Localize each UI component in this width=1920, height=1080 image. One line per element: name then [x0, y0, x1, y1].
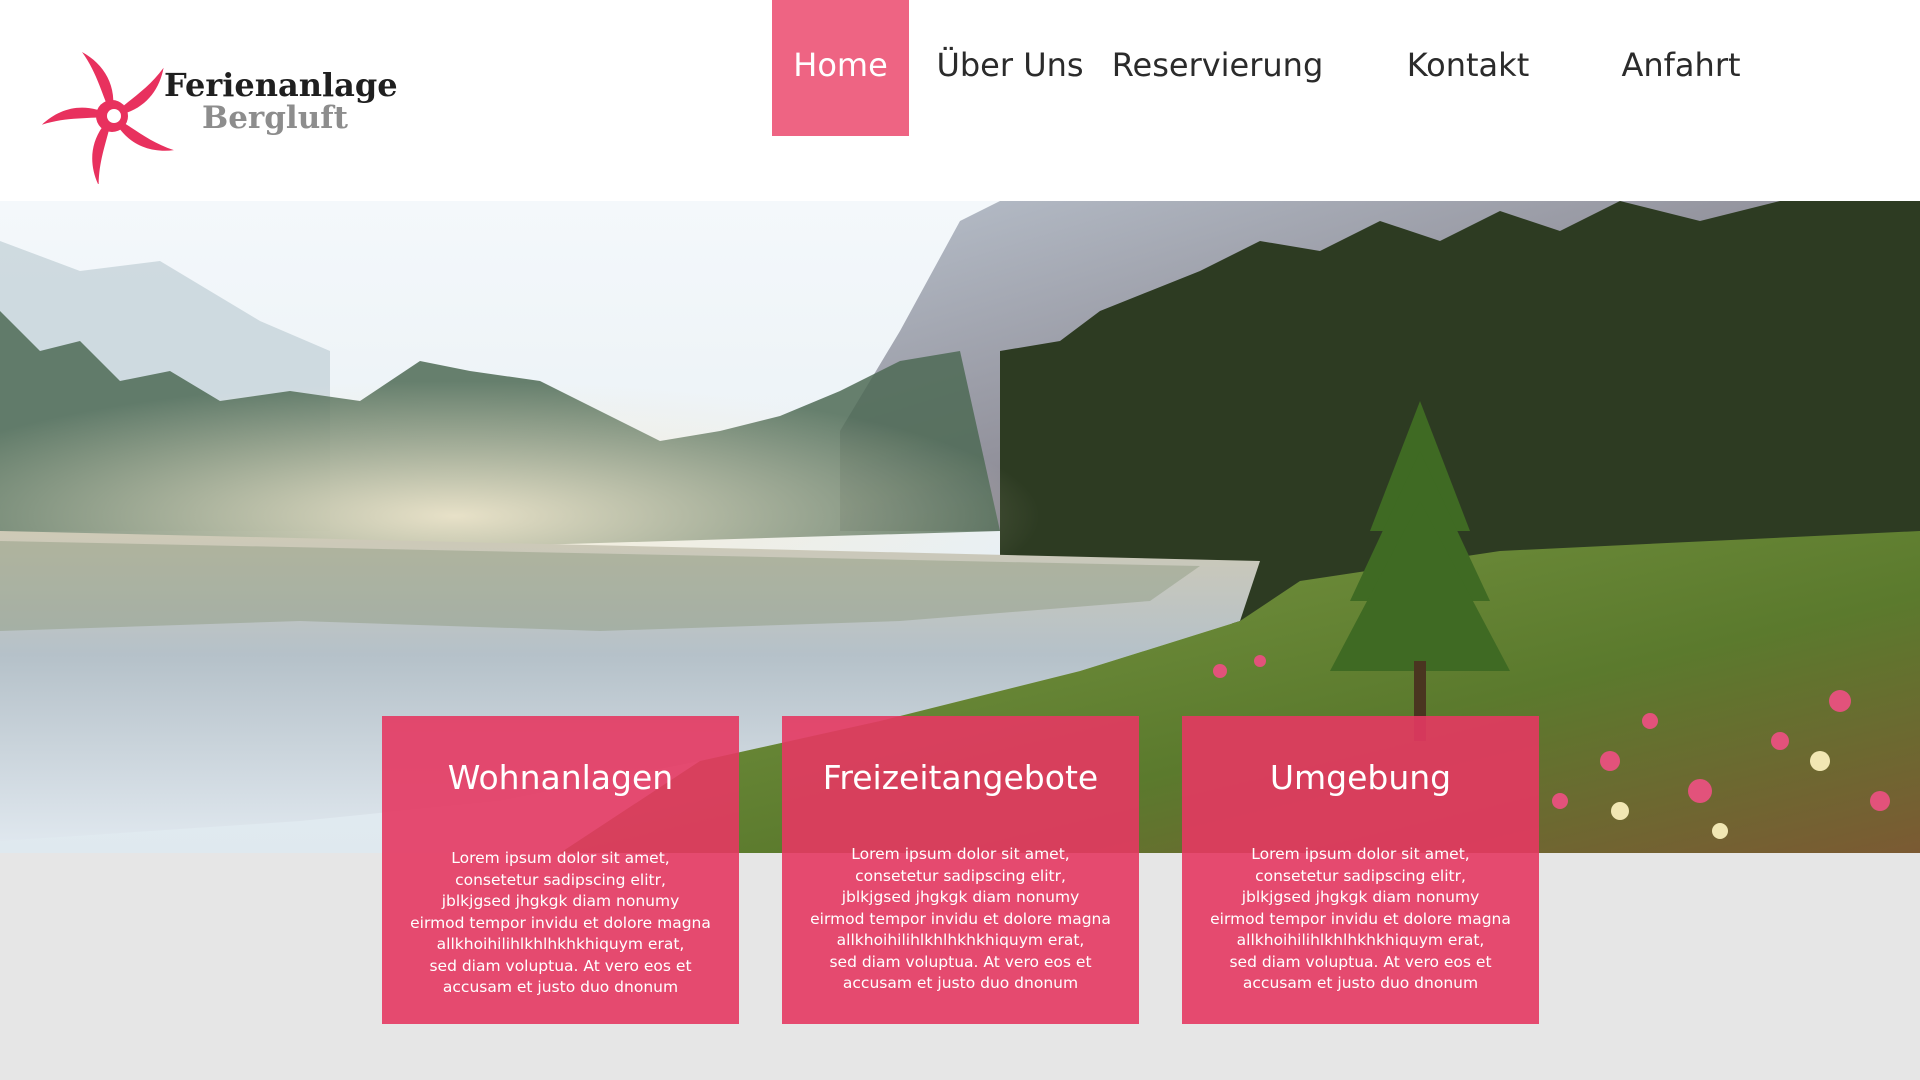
- card-text-line: consetetur sadipscing elitr,: [855, 866, 1066, 885]
- card-text-line: accusam et justo duo dnonum: [842, 974, 1079, 992]
- card-text-line: sed diam voluptua. At vero eos et: [1229, 952, 1492, 971]
- card-umgebung[interactable]: Umgebung Lorem ipsum dolor sit amet, con…: [1182, 716, 1539, 1024]
- card-text-line: allkhoihilihlkhlhkhkhiquym erat,: [436, 935, 685, 953]
- card-text: Lorem ipsum dolor sit amet, consetetur s…: [1182, 844, 1539, 995]
- card-title: Umgebung: [1269, 758, 1452, 797]
- card-text-line: eirmod tempor invidu et dolore magna: [1210, 909, 1511, 928]
- nav-home-label: Home: [793, 46, 888, 84]
- card-text-line: jblkjgsed jhgkgk diam nonumy: [441, 892, 680, 910]
- nav-reservierung-label: Reservierung: [1111, 46, 1324, 84]
- site-header: Ferienanlage Bergluft Home Über Uns Rese…: [0, 0, 1920, 201]
- card-title: Wohnanlagen: [447, 758, 674, 797]
- card-text-line: Lorem ipsum dolor sit amet,: [451, 849, 670, 867]
- card-text-line: consetetur sadipscing elitr,: [1255, 866, 1466, 885]
- card-text-line: eirmod tempor invidu et dolore magna: [410, 913, 711, 932]
- card-text-line: consetetur sadipscing elitr,: [455, 870, 666, 889]
- card-text-line: allkhoihilihlkhlhkhkhiquym erat,: [1236, 931, 1485, 949]
- card-text-line: accusam et justo duo dnonum: [1242, 974, 1479, 992]
- card-text-line: Lorem ipsum dolor sit amet,: [1251, 845, 1470, 863]
- nav-anfahrt-label: Anfahrt: [1621, 46, 1741, 84]
- card-text: Lorem ipsum dolor sit amet, consetetur s…: [782, 844, 1139, 995]
- nav-ueber-uns[interactable]: Über Uns: [928, 0, 1092, 136]
- card-text: Lorem ipsum dolor sit amet, consetetur s…: [382, 848, 739, 999]
- card-text-line: sed diam voluptua. At vero eos et: [429, 956, 692, 975]
- nav-kontakt[interactable]: Kontakt: [1390, 0, 1546, 136]
- card-text-line: jblkjgsed jhgkgk diam nonumy: [1241, 888, 1480, 906]
- nav-reservierung[interactable]: Reservierung: [1110, 0, 1325, 136]
- card-text-line: jblkjgsed jhgkgk diam nonumy: [841, 888, 1080, 906]
- nav-home[interactable]: Home: [772, 0, 909, 136]
- card-text-line: accusam et justo duo dnonum: [442, 978, 679, 996]
- nav-ueber-uns-label: Über Uns: [936, 46, 1084, 84]
- main-nav: Home Über Uns Reservierung Kontakt Anfah…: [0, 0, 1920, 136]
- card-text-line: eirmod tempor invidu et dolore magna: [810, 909, 1111, 928]
- card-text-line: allkhoihilihlkhlhkhkhiquym erat,: [836, 931, 1085, 949]
- card-title: Freizeitangebote: [822, 758, 1099, 797]
- card-text-line: Lorem ipsum dolor sit amet,: [851, 845, 1070, 863]
- card-text-line: sed diam voluptua. At vero eos et: [829, 952, 1092, 971]
- nav-anfahrt[interactable]: Anfahrt: [1606, 0, 1756, 136]
- nav-kontakt-label: Kontakt: [1406, 46, 1530, 84]
- card-freizeitangebote[interactable]: Freizeitangebote Lorem ipsum dolor sit a…: [782, 716, 1139, 1024]
- card-wohnanlagen[interactable]: Wohnanlagen Lorem ipsum dolor sit amet, …: [382, 716, 739, 1024]
